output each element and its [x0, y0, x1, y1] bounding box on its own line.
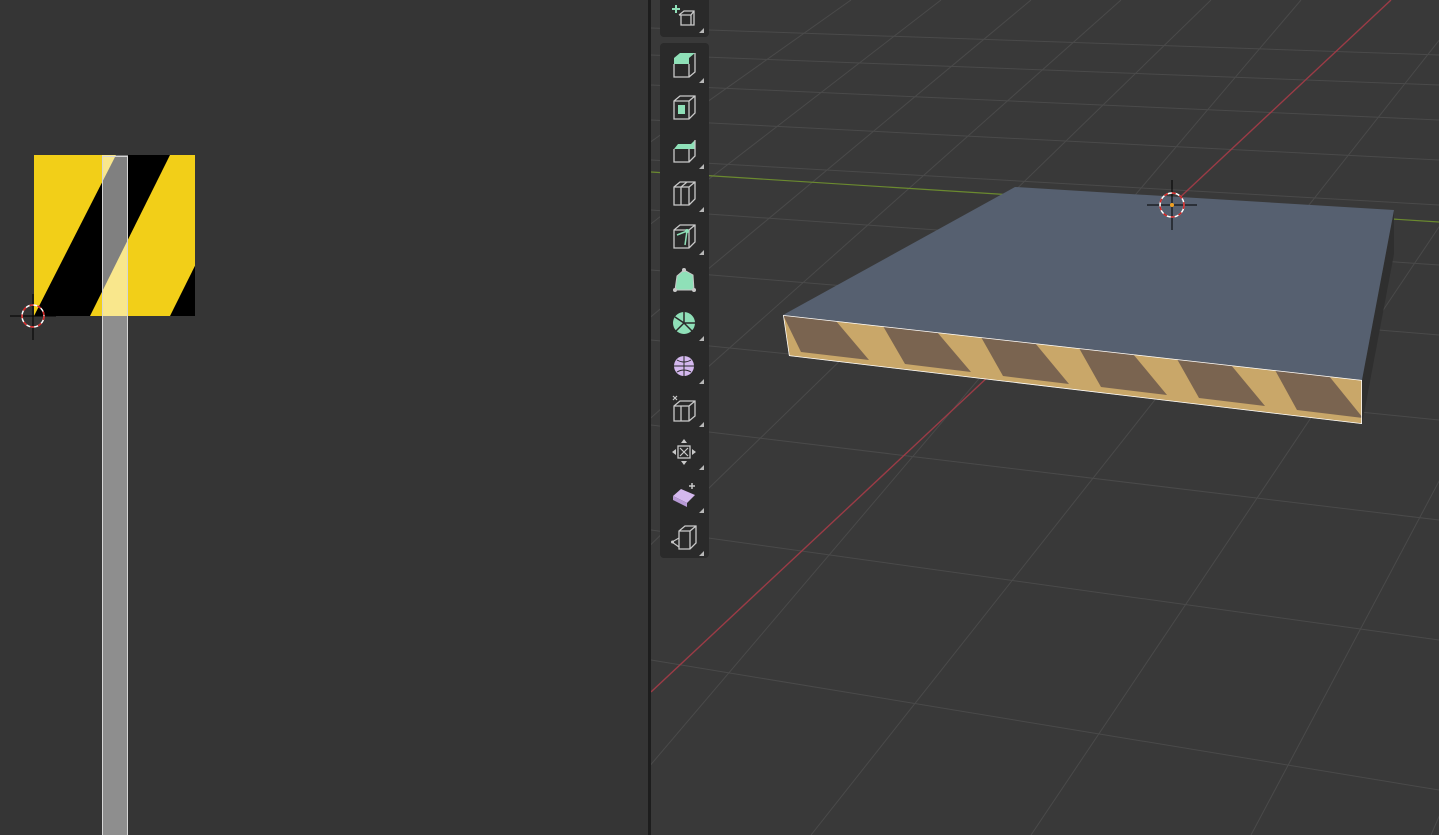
bevel-icon	[673, 140, 696, 163]
tool-add-cube[interactable]	[662, 0, 707, 36]
hazard-stripe-slab[interactable]	[783, 187, 1394, 424]
viewport-canvas[interactable]	[651, 0, 1439, 835]
edge-slide-icon	[672, 395, 696, 422]
loop-cut-icon	[673, 181, 696, 206]
tool-poly-build[interactable]	[662, 259, 707, 301]
tool-knife[interactable]	[662, 216, 707, 258]
toolbar-group-add	[660, 0, 709, 37]
rip-region-icon	[671, 525, 697, 550]
hazard-stripe-texture	[34, 155, 195, 316]
extrude-region-icon	[673, 53, 696, 78]
tool-inset-faces[interactable]	[662, 87, 707, 129]
tool-loop-cut[interactable]	[662, 173, 707, 215]
tool-spin[interactable]	[662, 302, 707, 344]
poly-build-icon	[673, 268, 696, 292]
uv-island-selection[interactable]	[102, 155, 128, 835]
inset-faces-icon	[673, 95, 696, 120]
shrink-fatten-icon	[672, 439, 696, 465]
tool-bevel[interactable]	[662, 130, 707, 172]
tool-shrink-fatten[interactable]	[662, 431, 707, 473]
tool-smooth-vertices[interactable]	[662, 345, 707, 387]
uv-editor[interactable]	[0, 0, 648, 835]
3d-viewport[interactable]	[651, 0, 1439, 835]
tool-extrude-region[interactable]	[662, 44, 707, 86]
tool-rip-region[interactable]	[662, 517, 707, 559]
tool-edge-slide[interactable]	[662, 388, 707, 430]
shear-icon	[673, 483, 695, 507]
spin-icon	[673, 312, 695, 334]
uv-canvas[interactable]	[0, 0, 648, 835]
add-cube-icon	[672, 5, 695, 26]
toolbar-group-mesh-tools	[660, 43, 709, 558]
smooth-vertices-icon	[674, 356, 694, 376]
tool-shear[interactable]	[662, 474, 707, 516]
knife-icon	[673, 224, 696, 249]
